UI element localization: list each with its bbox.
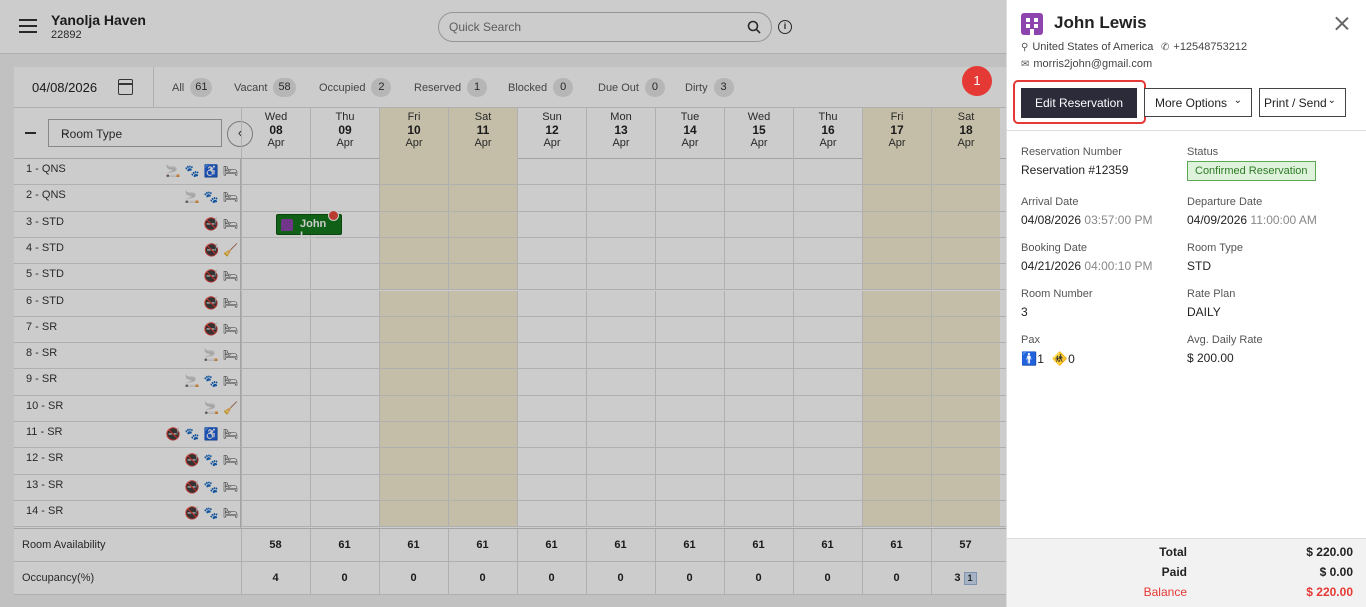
status-field: Status Confirmed Reservation (1187, 146, 1347, 181)
total-label: Total (1159, 545, 1187, 559)
reservation-details: Reservation Number Reservation #12359 St… (1007, 131, 1366, 538)
arrival-time: 03:57:00 PM (1084, 213, 1153, 227)
chevron-down-icon: ⌄ (1233, 95, 1242, 106)
balance-label: Balance (1143, 585, 1187, 599)
field-value: $ 200.00 (1187, 351, 1234, 365)
arrival-date: 04/08/2026 (1021, 213, 1082, 227)
more-options-button[interactable]: More Options ⌄ (1144, 88, 1252, 117)
reservation-number-field: Reservation Number Reservation #12359 (1021, 146, 1181, 177)
field-label: Room Type (1187, 242, 1244, 254)
close-icon[interactable] (1334, 16, 1350, 32)
status-badge: Confirmed Reservation (1187, 161, 1316, 181)
paid-value: $ 0.00 (1319, 565, 1353, 579)
field-label: Reservation Number (1021, 146, 1122, 158)
field-label: Status (1187, 146, 1219, 158)
adult-count: 🚹1 (1021, 351, 1044, 367)
total-value: $ 220.00 (1306, 545, 1353, 559)
field-label: Pax (1021, 334, 1040, 346)
country-text: United States of America (1032, 41, 1154, 53)
child-icon: 🚸 (1051, 351, 1069, 366)
field-label: Avg. Daily Rate (1187, 334, 1263, 346)
phone-icon: ✆ (1161, 41, 1170, 53)
building-icon (1021, 13, 1043, 35)
print-send-label: Print / Send (1264, 95, 1327, 110)
field-value: 3 (1021, 305, 1028, 319)
field-label: Booking Date (1021, 242, 1088, 254)
email-text: morris2john@gmail.com (1033, 58, 1153, 70)
field-value: STD (1187, 259, 1211, 273)
totals-footer: Total $ 220.00 Paid $ 0.00 Balance $ 220… (1007, 538, 1366, 607)
pax-field: Pax 🚹1 🚸0 (1021, 334, 1181, 367)
field-value: 04/08/2026 03:57:00 PM (1021, 213, 1181, 227)
balance-row: Balance $ 220.00 (1007, 585, 1366, 603)
field-label: Arrival Date (1021, 196, 1079, 208)
balance-value: $ 220.00 (1306, 585, 1353, 599)
field-label: Departure Date (1187, 196, 1263, 208)
rate-plan-field: Rate Plan DAILY (1187, 288, 1347, 319)
edit-reservation-button[interactable]: Edit Reservation (1021, 88, 1137, 118)
adult-icon: 🚹 (1021, 351, 1038, 366)
field-value: Reservation #12359 (1021, 163, 1129, 177)
adr-field: Avg. Daily Rate $ 200.00 (1187, 334, 1347, 365)
country: ⚲ United States of America (1021, 41, 1153, 53)
more-options-label: More Options (1155, 95, 1228, 110)
phone-text: +12548753212 (1173, 41, 1248, 53)
departure-field: Departure Date 04/09/2026 11:00:00 AM (1187, 196, 1347, 227)
booking-time: 04:00:10 PM (1084, 259, 1153, 273)
paid-row: Paid $ 0.00 (1007, 565, 1366, 583)
child-value: 0 (1068, 352, 1075, 366)
booking-date-field: Booking Date 04/21/2026 04:00:10 PM (1021, 242, 1181, 273)
adult-value: 1 (1037, 352, 1044, 366)
phone[interactable]: ✆ +12548753212 (1161, 41, 1247, 53)
chevron-down-icon: ⌄ (1327, 95, 1336, 106)
booking-date: 04/21/2026 (1021, 259, 1082, 273)
mail-icon: ✉ (1021, 58, 1030, 70)
location-icon: ⚲ (1021, 41, 1029, 53)
child-count: 🚸0 (1052, 351, 1075, 367)
room-type-field: Room Type STD (1187, 242, 1347, 273)
field-value: 04/09/2026 11:00:00 AM (1187, 213, 1347, 227)
departure-time: 11:00:00 AM (1250, 213, 1317, 227)
arrival-field: Arrival Date 04/08/2026 03:57:00 PM (1021, 196, 1181, 227)
reservation-panel: John Lewis ⚲ United States of America ✆ … (1006, 0, 1366, 607)
field-value: DAILY (1187, 305, 1221, 319)
app-root: Yanolja Haven 22892 i 04/08/2026 All61Va… (0, 0, 1366, 607)
step-badge: 1 (962, 66, 992, 96)
field-label: Room Number (1021, 288, 1093, 300)
field-value: 04/21/2026 04:00:10 PM (1021, 259, 1181, 273)
departure-date: 04/09/2026 (1187, 213, 1248, 227)
pax-values: 🚹1 🚸0 (1021, 351, 1181, 367)
room-number-field: Room Number 3 (1021, 288, 1181, 319)
panel-header: John Lewis ⚲ United States of America ✆ … (1007, 0, 1366, 131)
field-label: Rate Plan (1187, 288, 1236, 300)
print-send-button[interactable]: Print / Send ⌄ (1259, 88, 1346, 117)
guest-name: John Lewis (1054, 13, 1147, 32)
total-row: Total $ 220.00 (1007, 545, 1366, 563)
paid-label: Paid (1161, 565, 1187, 579)
email[interactable]: ✉ morris2john@gmail.com (1021, 58, 1152, 70)
modal-overlay[interactable] (0, 0, 1006, 607)
